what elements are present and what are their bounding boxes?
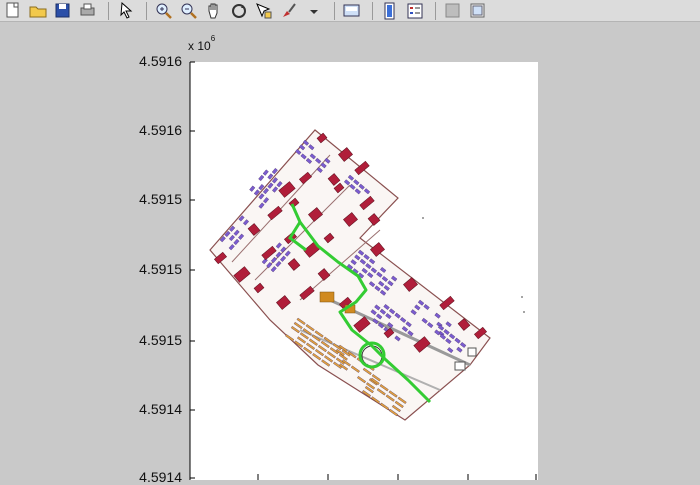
- campus-outline: [209, 129, 491, 421]
- stray-point: [422, 217, 424, 219]
- orange-building: [319, 291, 335, 303]
- map-plot: [189, 61, 537, 480]
- stray-point: [523, 311, 525, 313]
- small-structure: [454, 361, 466, 371]
- stray-point: [521, 296, 523, 298]
- parking-space: [258, 174, 265, 182]
- parking-space: [262, 169, 269, 176]
- small-structure: [467, 347, 477, 357]
- parking-space: [249, 185, 256, 192]
